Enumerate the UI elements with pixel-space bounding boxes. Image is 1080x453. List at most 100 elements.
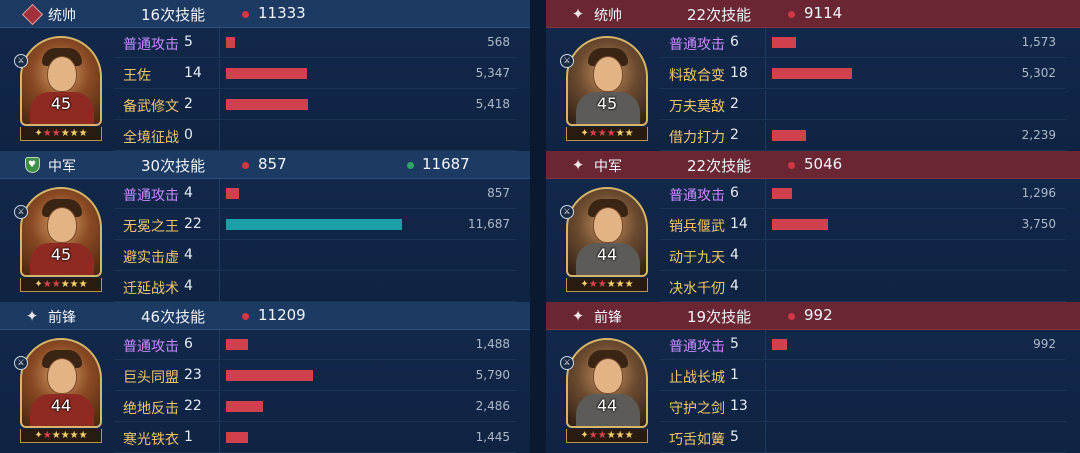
weapon-type-icon: ⚔: [14, 205, 28, 219]
general-section[interactable]: ✦ 中军 22次技能 5046 44 ⚔ ✦★★★★★ 普通攻击 6 1,296 销兵偃武 14 3,7…: [546, 151, 1080, 302]
skill-row[interactable]: 避实击虚 4: [114, 241, 516, 271]
skill-row[interactable]: 普通攻击 5 568: [114, 28, 516, 58]
skill-row[interactable]: 巧舌如簧 5: [660, 423, 1066, 453]
general-section[interactable]: ♥ 中军 30次技能 857 11687 45 ⚔ ✦★★★★★ 普通攻击 4 857 无冕之王 22 1…: [0, 151, 530, 302]
skill-row[interactable]: 料敌合变 18 5,302: [660, 59, 1066, 89]
star-icon: ★: [42, 430, 52, 441]
damage-bar: [772, 219, 828, 230]
skill-use-count: 2: [184, 96, 193, 112]
skill-use-count: 23: [184, 367, 202, 383]
damage-bar: [226, 37, 235, 48]
skill-use-count: 14: [730, 216, 748, 232]
skill-name: 普通攻击: [669, 188, 725, 204]
general-section[interactable]: ✦ 前锋 19次技能 992 44 ⚔ ✦★★★★★ 普通攻击 5 992 止战长城 1 守护之剑 13 巧…: [546, 302, 1080, 453]
weapon-type-icon: ⚔: [14, 356, 28, 370]
skill-row[interactable]: 借力打力 2 2,239: [660, 121, 1066, 151]
weapon-type-icon: ⚔: [560, 205, 574, 219]
general-portrait[interactable]: 45: [20, 36, 102, 126]
damage-bar: [772, 130, 806, 141]
damage-bar: [226, 401, 263, 412]
role-label: 中军: [48, 159, 76, 175]
right-team-panel: ✦ 统帅 22次技能 9114 45 ⚔ ✦★★★★★ 普通攻击 6 1,573 料敌合变 18 5,3…: [546, 0, 1080, 453]
star-rating: ✦★★★★★: [566, 127, 648, 141]
skill-name: 普通攻击: [123, 37, 179, 53]
skill-value: 11,687: [468, 217, 510, 231]
skill-use-count: 4: [730, 247, 739, 263]
skill-value: 5,418: [475, 97, 510, 111]
skill-use-count: 4: [184, 278, 193, 294]
role-label: 统帅: [48, 8, 76, 24]
skill-row[interactable]: 备武修文 2 5,418: [114, 90, 516, 120]
damage-bar: [772, 188, 792, 199]
skill-row[interactable]: 普通攻击 6 1,296: [660, 179, 1066, 209]
skill-row[interactable]: 销兵偃武 14 3,750: [660, 210, 1066, 240]
skill-bar-track: [765, 392, 1062, 422]
skill-name: 避实击虚: [123, 250, 179, 266]
skill-row[interactable]: 普通攻击 6 1,488: [114, 330, 516, 360]
general-level: 45: [596, 94, 618, 113]
skill-name: 借力打力: [669, 130, 725, 146]
skill-value: 1,573: [1021, 35, 1056, 49]
skill-row[interactable]: 普通攻击 5 992: [660, 330, 1066, 360]
skill-row[interactable]: 止战长城 1: [660, 361, 1066, 391]
skill-bar-track: [219, 241, 516, 271]
skill-row[interactable]: 动于九天 4: [660, 241, 1066, 271]
general-portrait[interactable]: 44: [20, 338, 102, 428]
star-icon: ★: [624, 128, 634, 139]
general-level: 44: [596, 396, 618, 415]
face-shape: [47, 358, 77, 394]
star-icon: ★: [624, 279, 634, 290]
skill-value: 5,302: [1021, 66, 1056, 80]
general-portrait[interactable]: 45: [20, 187, 102, 277]
skill-row[interactable]: 万夫莫敌 2: [660, 90, 1066, 120]
skill-row[interactable]: 普通攻击 6 1,573: [660, 28, 1066, 58]
skill-bar-track: 1,573: [765, 28, 1062, 58]
skill-name: 守护之剑: [669, 401, 725, 417]
star-icon: ★: [615, 430, 625, 441]
general-level: 45: [50, 245, 72, 264]
skill-use-count: 4: [184, 247, 193, 263]
damage-bar: [226, 68, 307, 79]
damage-bar: [226, 188, 239, 199]
skill-row[interactable]: 全境征战 0: [114, 121, 516, 151]
skill-row[interactable]: 巨头同盟 23 5,790: [114, 361, 516, 391]
star-icon: ★: [42, 279, 52, 290]
skill-row[interactable]: 寒光铁衣 1 1,445: [114, 423, 516, 453]
damage-bar: [226, 99, 308, 110]
star-icon: ★: [624, 430, 634, 441]
section-header: 统帅 16次技能 11333: [0, 0, 530, 28]
star-icon: ★: [588, 430, 598, 441]
section-header: ✦ 前锋 19次技能 992: [546, 302, 1080, 330]
star-icon: ★: [51, 279, 61, 290]
skill-row[interactable]: 王佐 14 5,347: [114, 59, 516, 89]
skill-row[interactable]: 普通攻击 4 857: [114, 179, 516, 209]
skill-count: 22次技能: [687, 6, 752, 24]
skill-row[interactable]: 守护之剑 13: [660, 392, 1066, 422]
damage-bar: [226, 432, 248, 443]
general-portrait[interactable]: 44: [566, 338, 648, 428]
star-icon: ★: [78, 128, 88, 139]
general-section[interactable]: ✦ 前锋 46次技能 11209 44 ⚔ ✦★★★★★ 普通攻击 6 1,488 巨头同盟 23 5,…: [0, 302, 530, 453]
skill-value: 5,347: [475, 66, 510, 80]
general-section[interactable]: ✦ 统帅 22次技能 9114 45 ⚔ ✦★★★★★ 普通攻击 6 1,573 料敌合变 18 5,3…: [546, 0, 1080, 151]
star-icon: ★: [69, 128, 79, 139]
skill-row[interactable]: 无冕之王 22 11,687: [114, 210, 516, 240]
star-badge-icon: ✦: [571, 306, 585, 325]
general-portrait[interactable]: 45: [566, 36, 648, 126]
skill-name: 绝地反击: [123, 401, 179, 417]
skill-row[interactable]: 绝地反击 22 2,486: [114, 392, 516, 422]
star-icon: ★: [615, 279, 625, 290]
skill-value: 3,750: [1021, 217, 1056, 231]
skill-name: 料敌合变: [669, 68, 725, 84]
general-section[interactable]: 统帅 16次技能 11333 45 ⚔ ✦★★★★★ 普通攻击 5 568 王佐 14 5,347 备武…: [0, 0, 530, 151]
damage-total: 992: [804, 306, 833, 324]
skill-row[interactable]: 迁延战术 4: [114, 272, 516, 302]
skill-row[interactable]: 决水千仞 4: [660, 272, 1066, 302]
skill-name: 备武修文: [123, 99, 179, 115]
star-rating: ✦★★★★★: [20, 278, 102, 292]
skill-name: 无冕之王: [123, 219, 179, 235]
skill-bar-track: [765, 272, 1062, 302]
skill-bar-track: 5,347: [219, 59, 516, 89]
general-portrait[interactable]: 44: [566, 187, 648, 277]
skill-use-count: 6: [730, 34, 739, 50]
